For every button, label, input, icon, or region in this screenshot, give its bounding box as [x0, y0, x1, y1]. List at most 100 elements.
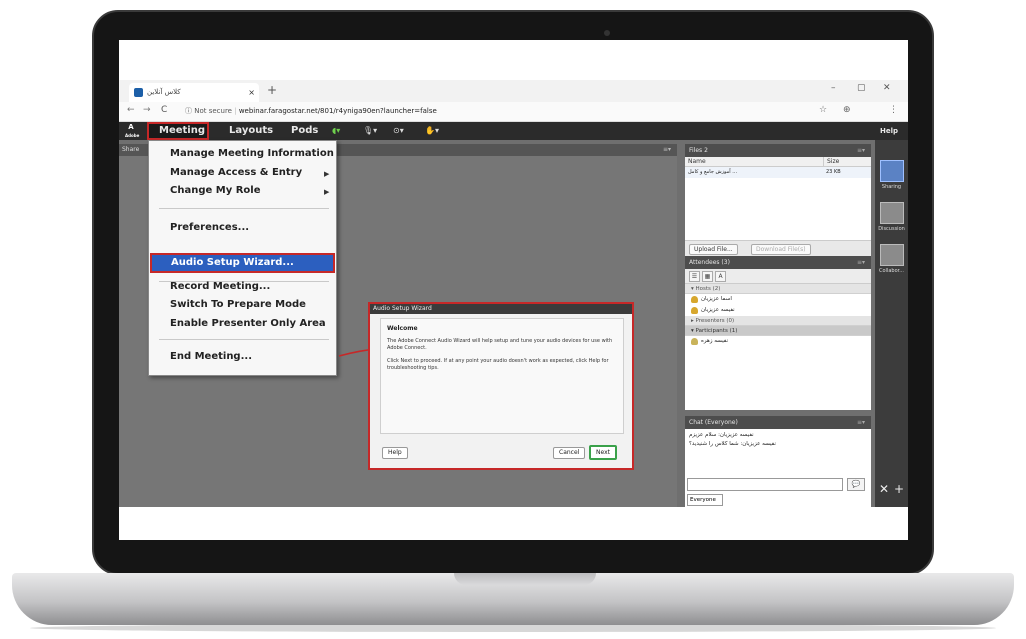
browser-tab[interactable]: کلاس آنلاین ×	[129, 83, 259, 102]
menu-separator	[159, 208, 329, 209]
menu-item-audio-setup-wizard[interactable]: Audio Setup Wizard...	[150, 253, 335, 273]
microphone-icon[interactable]: 🎙▾	[363, 125, 377, 137]
menu-item-record-meeting[interactable]: Record Meeting...	[170, 281, 270, 292]
file-name: آموزش جامع و کامل ...	[688, 169, 738, 175]
menu-help[interactable]: Help	[880, 122, 898, 140]
layouts-panel: Sharing Discussion Collabor... ✕ +	[875, 140, 908, 507]
wizard-next-button[interactable]: Next	[589, 445, 617, 460]
participant-icon	[691, 338, 698, 345]
sort-icon[interactable]: A	[715, 271, 726, 282]
files-pod-options-icon[interactable]: ≡▾	[857, 144, 865, 157]
list-item[interactable]: نفیسه عزیزیان	[685, 305, 871, 316]
files-col-name[interactable]: Name	[688, 158, 706, 165]
hosts-group[interactable]: ▾ Hosts (2)	[685, 284, 871, 294]
chat-input[interactable]	[687, 478, 843, 491]
back-button[interactable]: ←	[127, 105, 135, 115]
chat-send-icon[interactable]: 💬	[847, 478, 865, 491]
address-bar: ← → C ⓘ Not secure | webinar.faragostar.…	[119, 102, 908, 122]
add-layout-icon[interactable]: +	[894, 482, 904, 496]
browser-menu-icon[interactable]: ⋮	[889, 105, 898, 115]
browser-tabbar: کلاس آنلاین × + – ▢ ✕	[119, 80, 908, 102]
extension-icon[interactable]: ⊕	[843, 105, 851, 115]
menu-item-manage-meeting-info[interactable]: Manage Meeting Information	[170, 148, 334, 159]
laptop-screen: کلاس آنلاین × + – ▢ ✕ ← → C ⓘ Not secure…	[119, 40, 908, 540]
reload-button[interactable]: C	[161, 105, 167, 115]
bookmark-star-icon[interactable]: ☆	[819, 105, 827, 115]
grid-view-icon[interactable]: ▦	[702, 271, 713, 282]
menu-item-prepare-mode[interactable]: Switch To Prepare Mode	[170, 299, 306, 310]
menu-item-change-role[interactable]: Change My Role	[170, 185, 260, 196]
wizard-body: Welcome The Adobe Connect Audio Wizard w…	[380, 318, 624, 434]
laptop-notch	[454, 573, 596, 585]
chat-message: نفیسه عزیزیان: سلام عزیزم	[689, 432, 754, 438]
submenu-arrow-icon: ▶	[324, 188, 330, 196]
wizard-help-button[interactable]: Help	[382, 447, 408, 459]
list-view-icon[interactable]: ☰	[689, 271, 700, 282]
menu-item-manage-access[interactable]: Manage Access & Entry	[170, 167, 302, 178]
chat-pod-options-icon[interactable]: ≡▾	[857, 416, 865, 429]
menu-item-presenter-only[interactable]: Enable Presenter Only Area	[170, 318, 326, 329]
close-window-button[interactable]: ✕	[883, 83, 891, 93]
layout-thumb-icon	[879, 160, 904, 182]
attendees-pod-options-icon[interactable]: ≡▾	[857, 256, 865, 269]
minimize-button[interactable]: –	[831, 83, 836, 93]
webcam-icon[interactable]: ⊙▾	[393, 125, 404, 137]
connect-app: A Adobe Meeting Layouts Pods ◖▾ 🎙▾ ⊙▾ ✋▾ …	[119, 122, 908, 507]
tab-title: کلاس آنلاین	[147, 88, 181, 96]
chat-tab-everyone[interactable]: Everyone	[687, 494, 723, 506]
maximize-button[interactable]: ▢	[857, 83, 866, 93]
chat-pod-title: Chat (Everyone) ≡▾	[685, 416, 871, 429]
layout-label: Collabor...	[879, 268, 904, 274]
layout-label: Discussion	[878, 226, 905, 232]
wizard-paragraph: Click Next to proceed. If at any point y…	[387, 358, 609, 371]
menu-pods[interactable]: Pods	[291, 122, 318, 140]
list-item[interactable]: نفیسه زهره	[685, 336, 871, 347]
audio-setup-wizard-dialog: Audio Setup Wizard Welcome The Adobe Con…	[368, 302, 634, 470]
chat-message: نفیسه عزیزیان: شما کلاس را شنیدید؟	[689, 441, 776, 447]
menu-layouts[interactable]: Layouts	[229, 122, 273, 140]
submenu-arrow-icon: ▶	[324, 170, 330, 178]
download-file-button[interactable]: Download File(s)	[751, 244, 811, 255]
new-tab-button[interactable]: +	[267, 83, 277, 97]
wizard-paragraph: The Adobe Connect Audio Wizard will help…	[387, 338, 613, 351]
audio-status-icon[interactable]: ◖▾	[332, 125, 340, 137]
attendee-name: اسما عزیزیان	[701, 296, 732, 302]
attendees-title-text: Attendees (3)	[689, 259, 730, 266]
forward-button[interactable]: →	[143, 105, 151, 115]
close-tab-icon[interactable]: ×	[248, 83, 255, 102]
attendees-pod: Attendees (3) ≡▾ ☰ ▦ A ▾ Hosts (2) اسما …	[685, 256, 871, 410]
webcam	[604, 30, 610, 36]
chat-pod: Chat (Everyone) ≡▾ نفیسه عزیزیان: سلام ع…	[685, 416, 871, 507]
wizard-heading: Welcome	[387, 325, 418, 332]
chat-messages: نفیسه عزیزیان: سلام عزیزم نفیسه عزیزیان:…	[685, 429, 871, 451]
layout-sharing[interactable]: Sharing	[878, 160, 905, 190]
list-item[interactable]: اسما عزیزیان	[685, 294, 871, 305]
participants-group[interactable]: ▾ Participants (1)	[685, 326, 871, 336]
url-text: webinar.faragostar.net/801/r4yniga90en?l…	[238, 107, 437, 115]
favicon-icon	[134, 88, 143, 97]
layout-collaboration[interactable]: Collabor...	[878, 244, 905, 274]
meeting-dropdown: Manage Meeting Information Manage Access…	[148, 140, 337, 376]
layout-thumb-icon	[879, 202, 904, 224]
table-row[interactable]: آموزش جامع و کامل ... 23 KB	[685, 167, 871, 178]
menu-meeting[interactable]: Meeting	[147, 122, 209, 140]
files-pod-title: Files 2 ≡▾	[685, 144, 871, 157]
layout-discussion[interactable]: Discussion	[878, 202, 905, 232]
files-buttons: Upload File... Download File(s)	[685, 240, 871, 256]
menu-item-label: Audio Setup Wizard...	[171, 257, 294, 268]
attendees-toolbar: ☰ ▦ A	[685, 269, 871, 284]
share-pod-options-icon[interactable]: ≡▾	[663, 144, 671, 156]
presenters-group[interactable]: ▸ Presenters (0)	[685, 316, 871, 326]
files-col-size[interactable]: Size	[823, 157, 839, 167]
wizard-cancel-button[interactable]: Cancel	[553, 447, 586, 459]
upload-file-button[interactable]: Upload File...	[689, 244, 738, 255]
files-title-text: Files 2	[689, 147, 708, 154]
menu-item-preferences[interactable]: Preferences...	[170, 222, 249, 233]
url-field[interactable]: ⓘ Not secure | webinar.faragostar.net/80…	[185, 106, 437, 116]
laptop-base	[12, 573, 1014, 625]
tools-icon[interactable]: ✕	[879, 482, 889, 496]
raise-hand-icon[interactable]: ✋▾	[425, 125, 439, 137]
menu-item-end-meeting[interactable]: End Meeting...	[170, 351, 252, 362]
adobe-logo-icon: A Adobe	[125, 123, 140, 138]
attendees-pod-title: Attendees (3) ≡▾	[685, 256, 871, 269]
